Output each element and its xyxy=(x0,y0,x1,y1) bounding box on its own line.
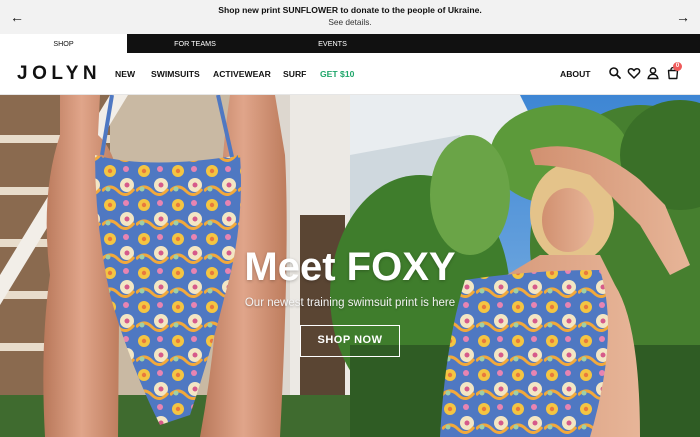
nav-link-swimsuits[interactable]: SWIMSUITS xyxy=(151,69,200,79)
announcement-bar: ← Shop new print SUNFLOWER to donate to … xyxy=(0,0,700,34)
nav-link-surf[interactable]: SURF xyxy=(283,69,306,79)
nav-link-get-10[interactable]: GET $10 xyxy=(320,69,354,79)
search-icon[interactable] xyxy=(608,66,622,80)
top-tabs: SHOP FOR TEAMS EVENTS xyxy=(0,34,700,53)
nav-link-new[interactable]: NEW xyxy=(115,69,135,79)
announcement-message[interactable]: Shop new print SUNFLOWER to donate to th… xyxy=(0,5,700,15)
announcement-details-link[interactable]: See details. xyxy=(0,17,700,27)
arrow-right-icon[interactable]: → xyxy=(674,8,692,26)
cart-count-badge: 0 xyxy=(673,62,682,71)
shop-now-button[interactable]: SHOP NOW xyxy=(300,325,400,357)
main-nav: JOLYN NEW SWIMSUITS ACTIVEWEAR SURF GET … xyxy=(0,53,700,95)
tab-shop[interactable]: SHOP xyxy=(0,34,127,53)
hero-title: Meet FOXY xyxy=(244,245,456,289)
tab-events[interactable]: EVENTS xyxy=(275,34,390,53)
nav-link-activewear[interactable]: ACTIVEWEAR xyxy=(213,69,271,79)
logo[interactable]: JOLYN xyxy=(17,63,101,85)
nav-link-about[interactable]: ABOUT xyxy=(560,69,591,79)
account-icon[interactable] xyxy=(646,66,660,80)
tab-for-teams[interactable]: FOR TEAMS xyxy=(140,34,250,53)
heart-icon[interactable] xyxy=(627,66,641,80)
hero-subtitle: Our newest training swimsuit print is he… xyxy=(244,297,456,309)
hero-banner: Meet FOXY Our newest training swimsuit p… xyxy=(0,95,700,437)
cart-icon[interactable]: 0 xyxy=(666,62,682,80)
